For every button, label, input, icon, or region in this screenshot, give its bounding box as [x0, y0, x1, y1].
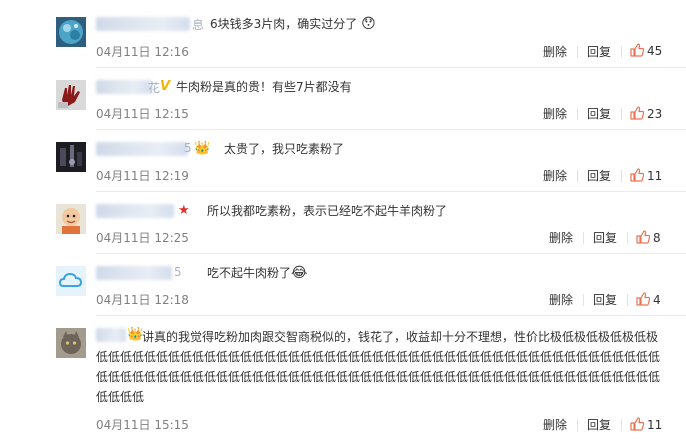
- like-button[interactable]: 11: [630, 168, 662, 183]
- like-count: 8: [653, 231, 661, 245]
- username-tail[interactable]: 花: [148, 79, 160, 96]
- like-button[interactable]: 8: [636, 230, 661, 245]
- like-button[interactable]: 45: [630, 43, 662, 58]
- username-blurred[interactable]: [96, 204, 174, 218]
- reply-button[interactable]: 回复: [593, 291, 617, 308]
- delete-button[interactable]: 删除: [543, 416, 567, 433]
- like-count: 4: [653, 293, 661, 307]
- delete-button[interactable]: 删除: [549, 291, 573, 308]
- separator: [621, 108, 622, 120]
- divider: [96, 67, 686, 68]
- comment-text: 所以我都吃素粉，表示已经吃不起牛羊肉粉了: [207, 204, 448, 218]
- comment-text: 牛肉粉是真的贵！有些7片都没有: [176, 80, 352, 94]
- delete-button[interactable]: 删除: [543, 105, 567, 122]
- reply-button[interactable]: 回复: [587, 416, 611, 433]
- vip-badge-icon: V: [160, 79, 171, 94]
- separator: [621, 170, 622, 182]
- username-blurred[interactable]: [96, 80, 152, 94]
- avatar[interactable]: [56, 80, 86, 110]
- like-button[interactable]: 11: [630, 417, 662, 432]
- username-tail[interactable]: 5: [174, 265, 182, 279]
- like-button[interactable]: 4: [636, 292, 661, 307]
- avatar[interactable]: [56, 204, 86, 234]
- separator: [621, 419, 622, 431]
- comment-text: 太贵了，我只吃素粉了: [224, 142, 345, 156]
- username-tail[interactable]: 息: [192, 16, 204, 33]
- avatar[interactable]: [56, 328, 86, 358]
- separator: [577, 419, 578, 431]
- timestamp: 04月11日 12:19: [96, 169, 189, 183]
- avatar[interactable]: [56, 17, 86, 47]
- timestamp: 04月11日 15:15: [96, 418, 189, 432]
- divider: [96, 191, 686, 192]
- timestamp: 04月11日 12:15: [96, 107, 189, 121]
- separator: [577, 170, 578, 182]
- like-button[interactable]: 23: [630, 106, 662, 121]
- separator: [577, 108, 578, 120]
- username-tail[interactable]: 5: [184, 141, 192, 155]
- thumbs-up-icon: [630, 43, 644, 57]
- like-count: 23: [647, 107, 663, 121]
- separator: [627, 232, 628, 244]
- emoji: 😯: [361, 16, 376, 32]
- comment-text: 6块钱多3片肉，确实过分了 😯: [210, 16, 376, 32]
- avatar[interactable]: [56, 266, 86, 296]
- timestamp: 04月11日 12:25: [96, 231, 189, 245]
- separator: [583, 232, 584, 244]
- like-count: 11: [647, 169, 663, 183]
- divider: [96, 253, 686, 254]
- username-blurred[interactable]: [96, 142, 188, 156]
- comment-list: 息 6块钱多3片肉，确实过分了 😯 04月11日 12:16 删除 回复 45 …: [0, 0, 686, 445]
- divider: [96, 129, 686, 130]
- reply-button[interactable]: 回复: [587, 43, 611, 60]
- emoji: 😂: [291, 265, 308, 281]
- comment-text: 讲真的我觉得吃粉加肉跟交智商税似的，钱花了，收益却十分不理想，性价比极低极低极低…: [96, 330, 661, 404]
- separator: [621, 46, 622, 58]
- comment-text: 吃不起牛肉粉了😂: [207, 265, 308, 281]
- separator: [583, 294, 584, 306]
- timestamp: 04月11日 12:18: [96, 293, 189, 307]
- crown-badge-icon: 👑: [194, 141, 211, 156]
- like-count: 11: [647, 418, 663, 432]
- thumbs-up-icon: [630, 168, 644, 182]
- avatar[interactable]: [56, 142, 86, 172]
- like-count: 45: [647, 44, 663, 58]
- thumbs-up-icon: [636, 230, 650, 244]
- divider: [96, 315, 686, 316]
- separator: [577, 46, 578, 58]
- username-blurred[interactable]: [96, 266, 172, 280]
- thumbs-up-icon: [630, 106, 644, 120]
- delete-button[interactable]: 删除: [549, 229, 573, 246]
- separator: [627, 294, 628, 306]
- star-badge-icon: ★: [178, 203, 190, 218]
- username-blurred[interactable]: [96, 17, 190, 31]
- reply-button[interactable]: 回复: [587, 105, 611, 122]
- thumbs-up-icon: [636, 292, 650, 306]
- reply-button[interactable]: 回复: [587, 167, 611, 184]
- timestamp: 04月11日 12:16: [96, 45, 189, 59]
- delete-button[interactable]: 删除: [543, 167, 567, 184]
- reply-button[interactable]: 回复: [593, 229, 617, 246]
- thumbs-up-icon: [630, 417, 644, 431]
- delete-button[interactable]: 删除: [543, 43, 567, 60]
